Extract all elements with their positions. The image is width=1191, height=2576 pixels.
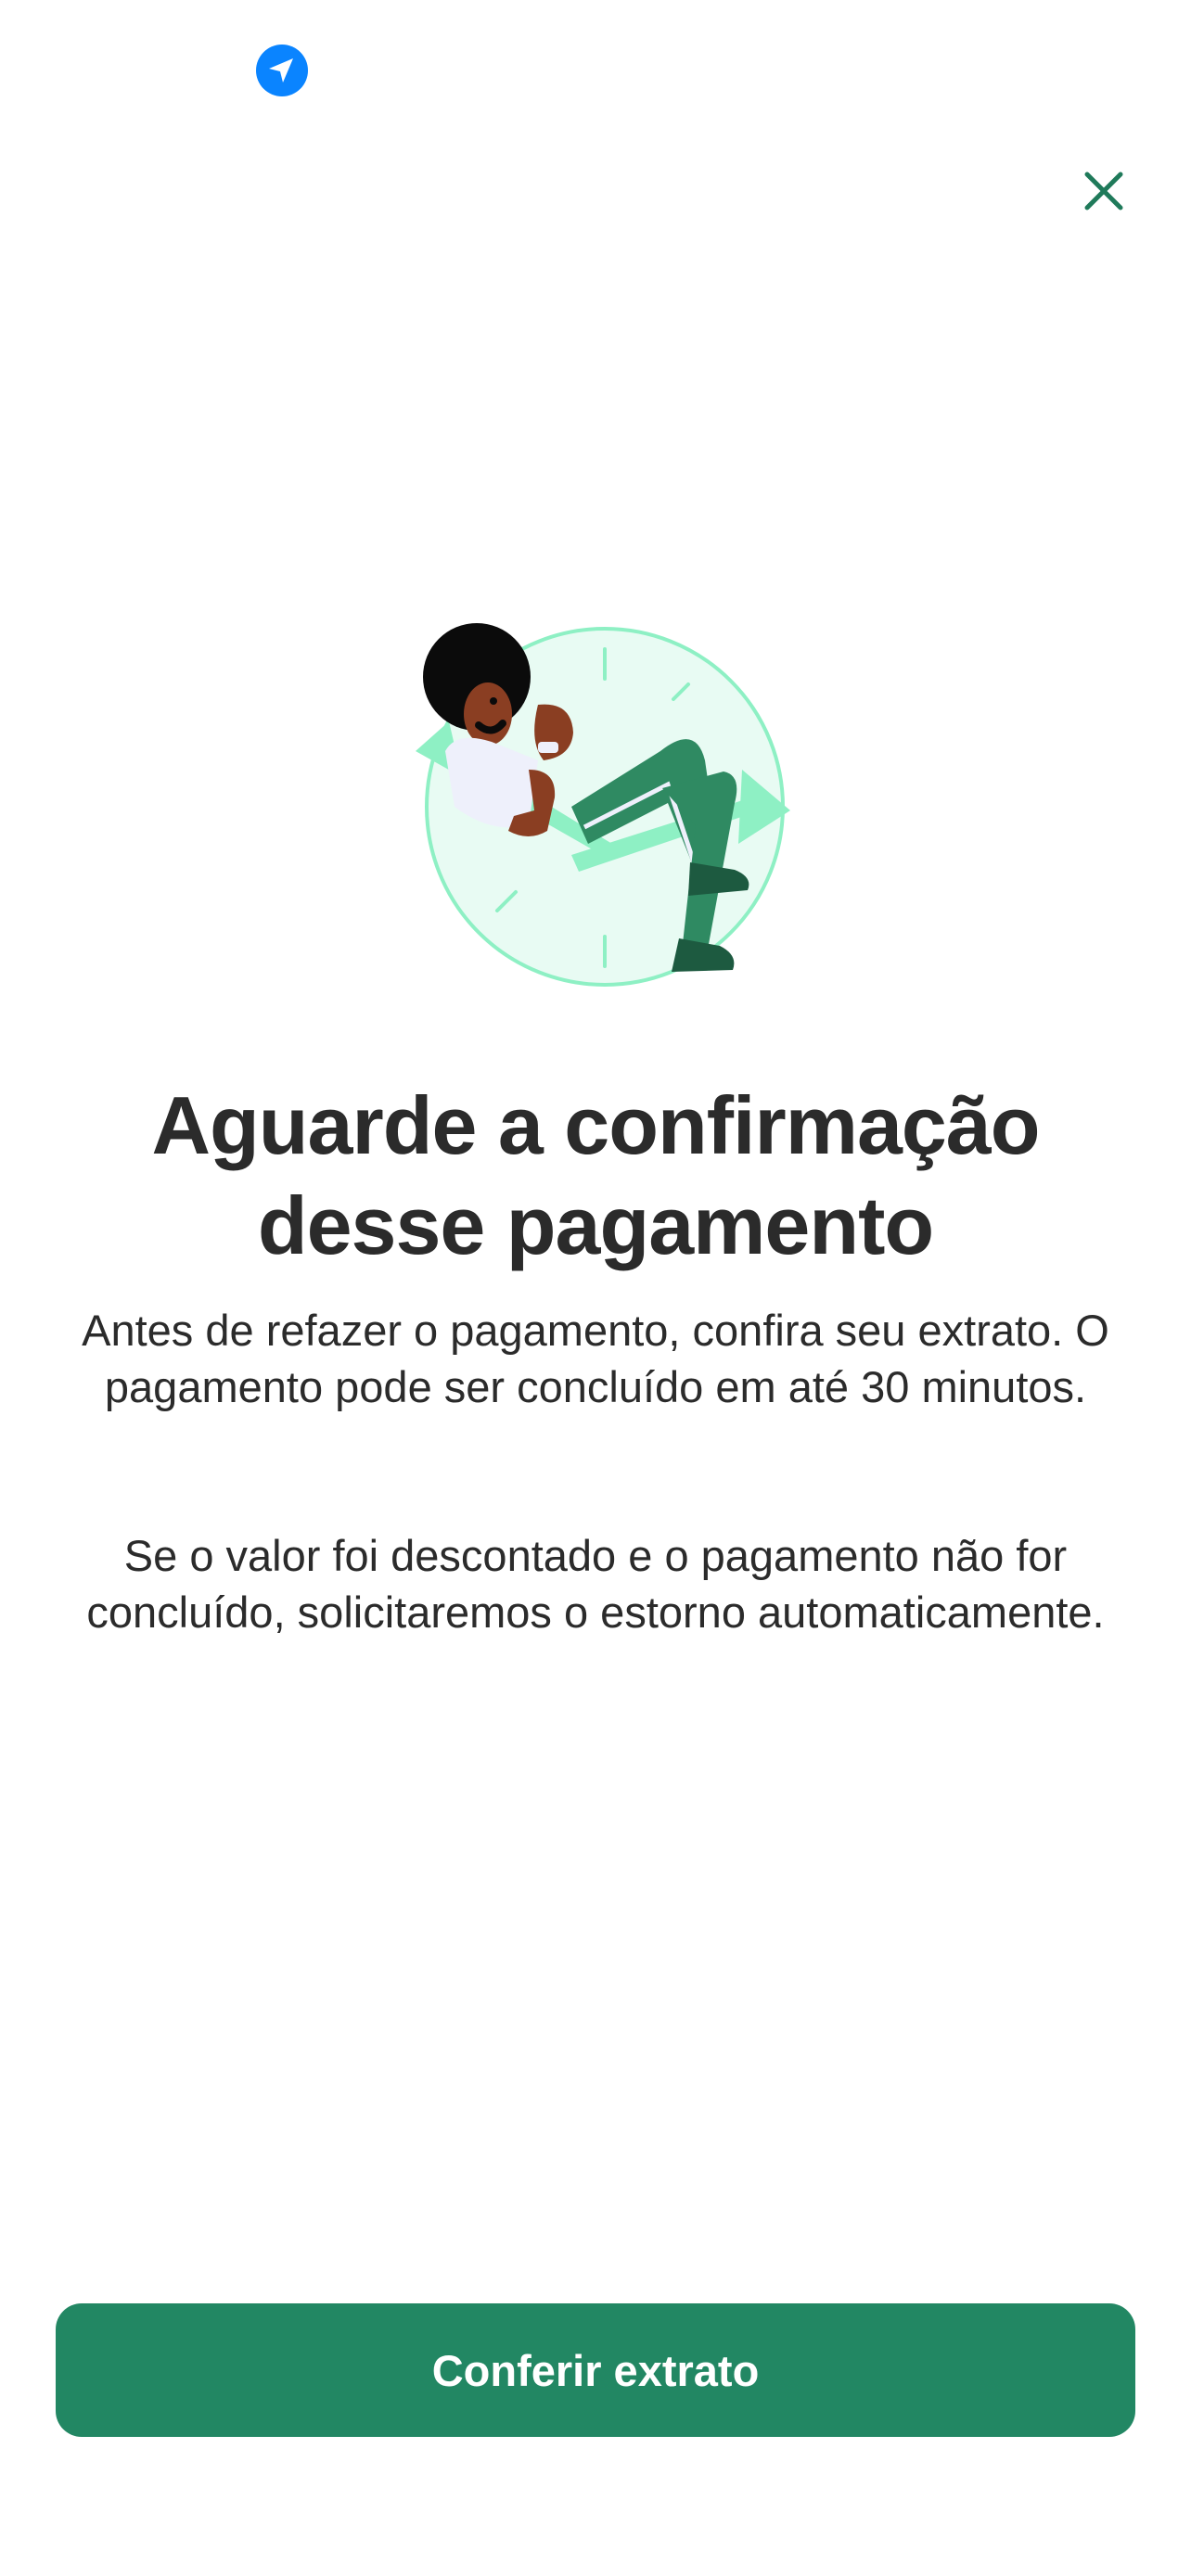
description-paragraph-2: Se o valor foi descontado e o pagamento …	[86, 1531, 1105, 1637]
check-statement-button[interactable]: Conferir extrato	[56, 2303, 1135, 2437]
check-statement-button-label: Conferir extrato	[431, 2345, 760, 2395]
close-button[interactable]	[1076, 165, 1132, 221]
status-bar	[0, 0, 1191, 139]
title-line-1: Aguarde a confirmação	[151, 1079, 1040, 1171]
title-line-2: desse pagamento	[257, 1180, 934, 1271]
description-paragraph-1: Antes de refazer o pagamento, confira se…	[82, 1306, 1109, 1411]
page-title: Aguarde a confirmação desse pagamento	[0, 1076, 1191, 1276]
close-icon	[1083, 171, 1124, 216]
location-arrow-icon	[256, 45, 308, 96]
person-relaxing-on-clock-illustration	[390, 612, 807, 1001]
